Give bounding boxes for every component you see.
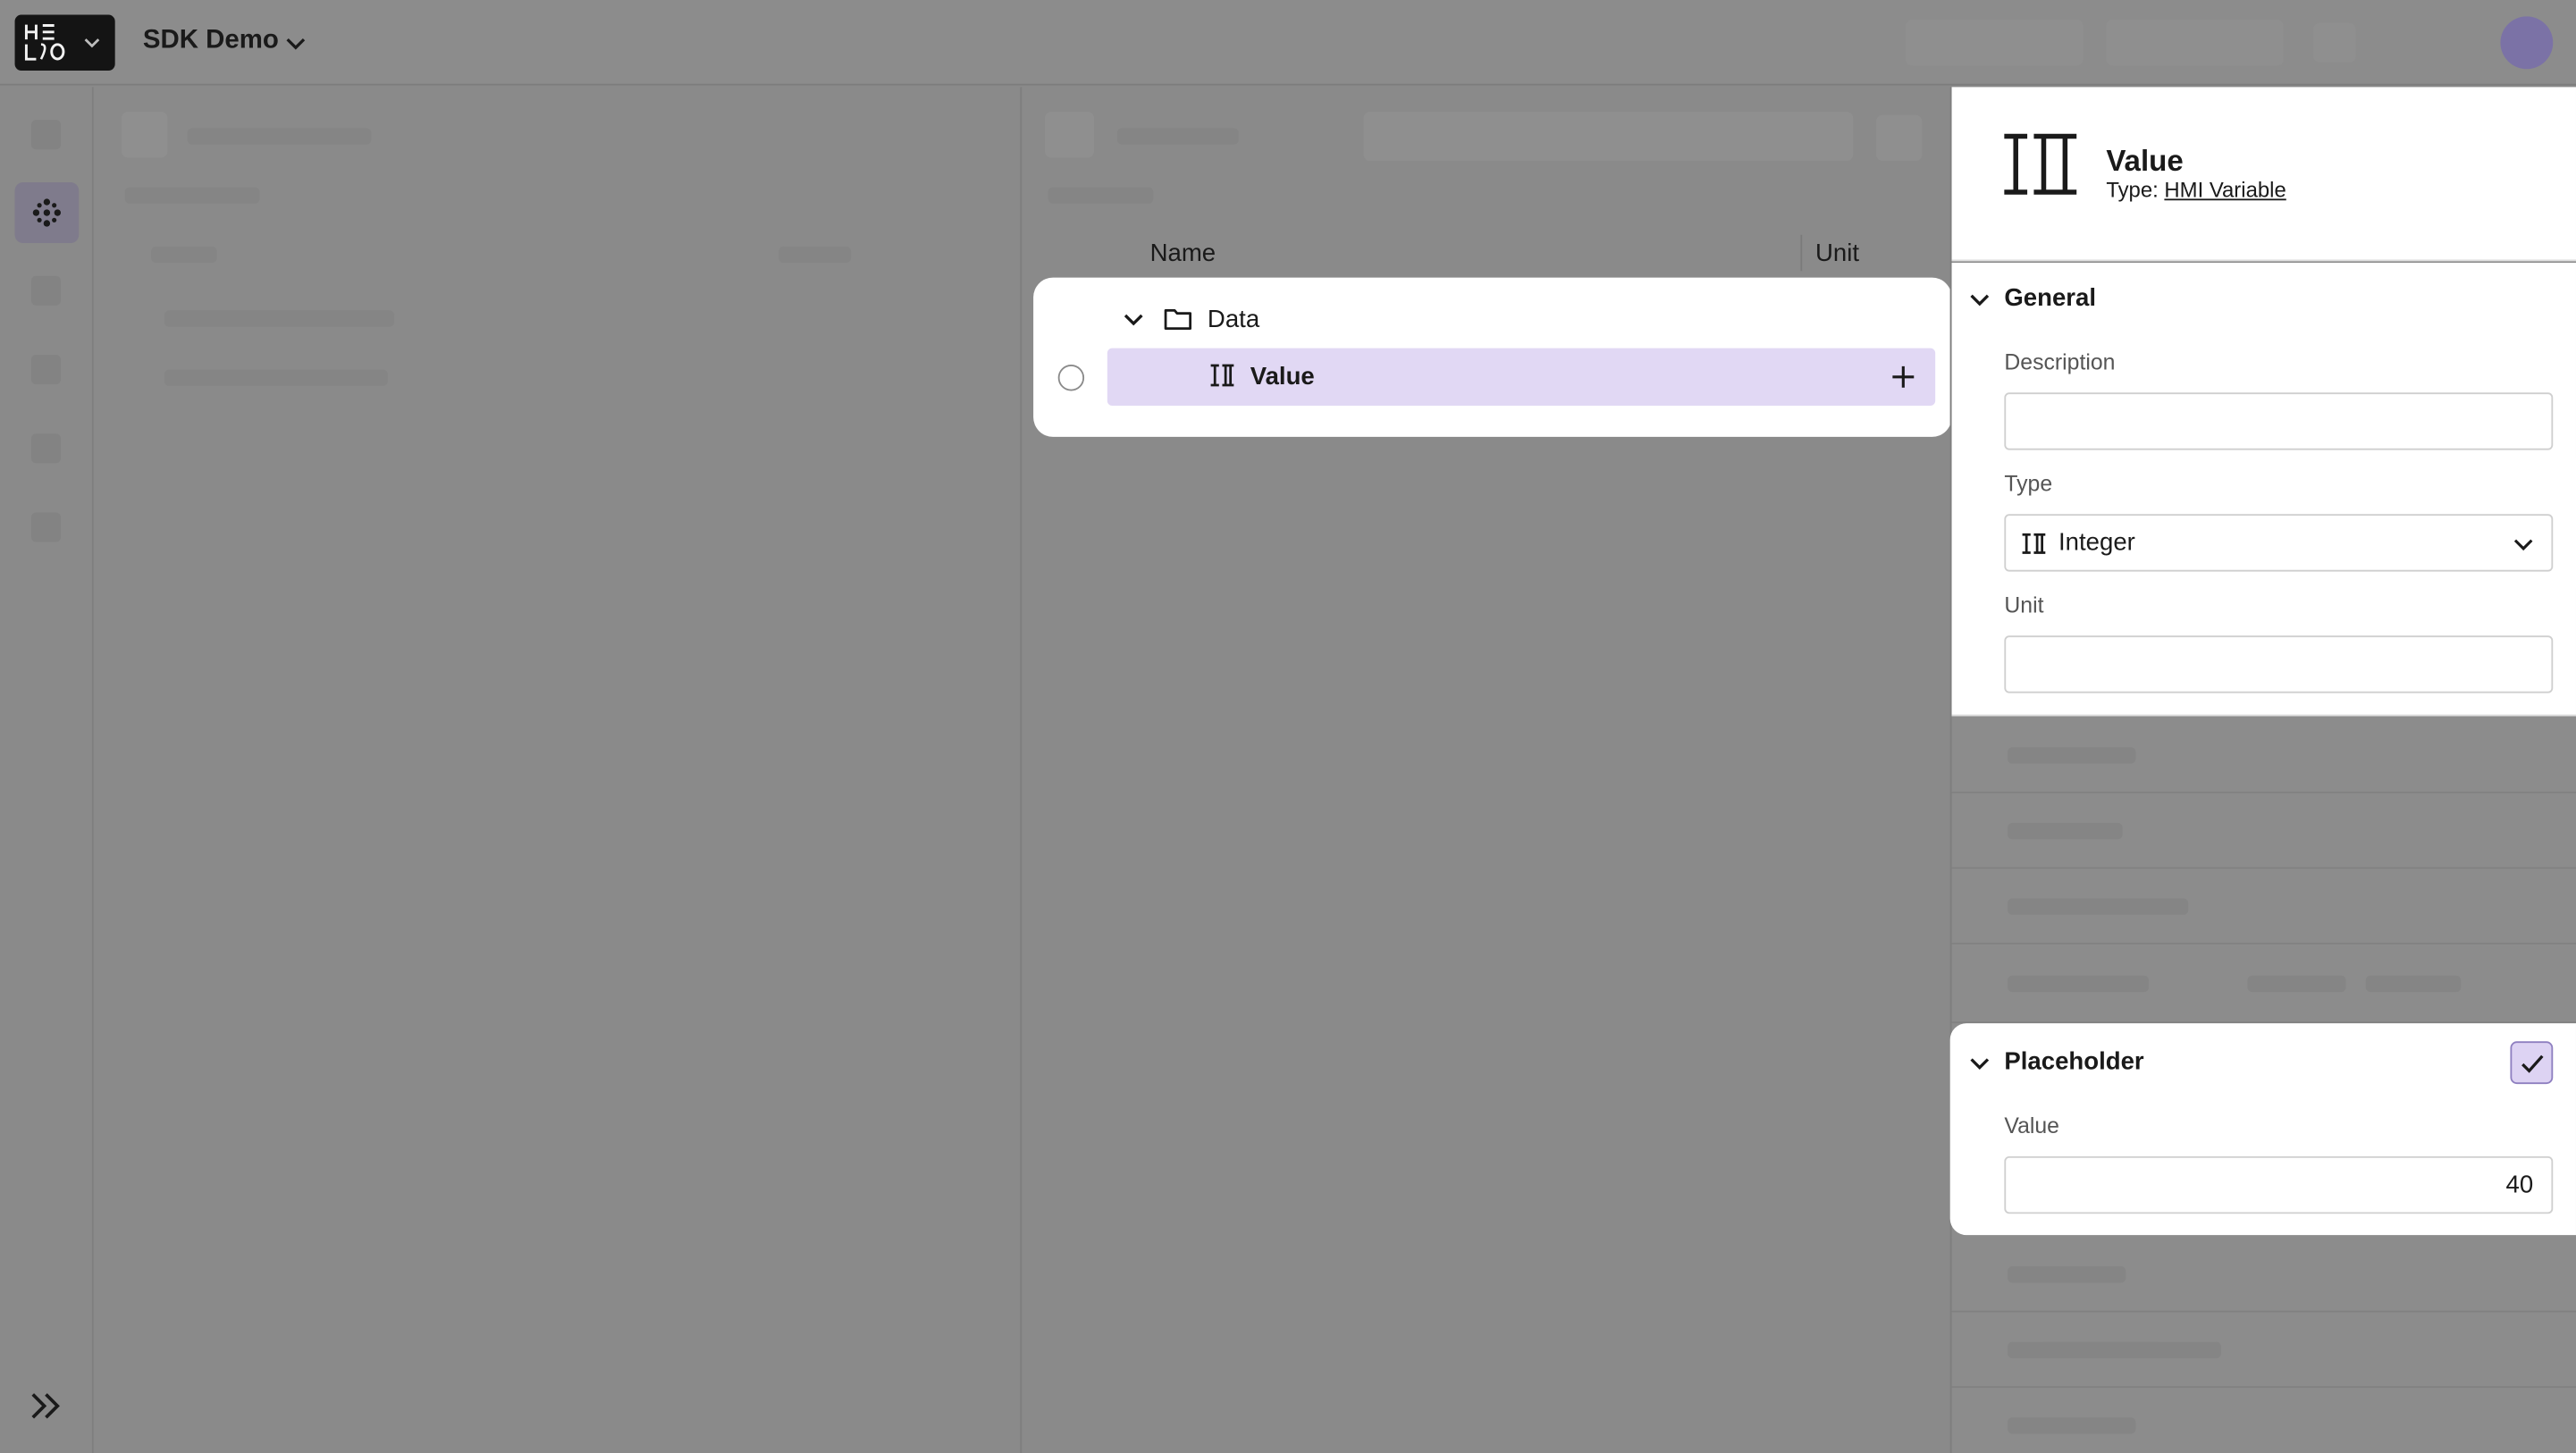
search-input[interactable] [1363,111,1854,162]
rail-icon[interactable] [30,275,62,306]
placeholder-value: 40 [2505,1171,2534,1199]
panel-icon [1044,111,1095,158]
collapsed-section[interactable] [1951,1312,2576,1389]
rail-icon[interactable] [30,512,62,542]
nodes-icon [32,198,62,227]
double-chevron-right-icon[interactable] [28,1388,63,1424]
tree-item-label[interactable]: Value [1250,363,1315,391]
project-title[interactable]: SDK Demo [143,26,279,55]
check-icon [2521,1054,2544,1073]
home-icon[interactable] [30,120,62,150]
tree-folder-label[interactable]: Data [1208,306,1259,333]
top-bar: SDK Demo [0,0,2576,86]
type-label: Type [2004,471,2053,497]
column-header [151,246,217,264]
column-header-unit[interactable]: Unit [1815,239,1859,267]
description-label: Description [2004,349,2116,375]
variable-integer-icon [2021,533,2047,564]
list-item[interactable] [164,310,395,327]
collapsed-section[interactable] [1951,718,2576,794]
panel-title [187,128,372,145]
logo-menu-button[interactable] [14,14,115,71]
chevron-down-icon[interactable] [1121,306,1147,332]
collapsed-section[interactable] [1951,869,2576,945]
type-select[interactable]: Integer [2004,514,2554,572]
rail-item-active[interactable] [14,182,80,244]
chevron-down-icon [2512,533,2535,564]
panel-icon [122,111,168,158]
placeholder-checkbox[interactable] [2510,1041,2554,1085]
collapsed-section[interactable] [1951,1388,2576,1453]
row-select-radio[interactable] [1057,365,1085,391]
type-prefix: Type: [2106,177,2159,203]
inspector-type: Type: HMI Variable [2106,178,2286,203]
unit-field[interactable] [2004,635,2554,693]
unit-label: Unit [2004,592,2044,618]
type-link[interactable]: HMI Variable [2164,178,2286,203]
toolbar-icon[interactable] [2312,22,2356,63]
panel-title [1116,128,1239,145]
column-header [779,246,852,264]
list-item[interactable] [164,369,388,386]
placeholder-value-field[interactable]: 40 [2004,1155,2554,1214]
rail-icon[interactable] [30,355,62,385]
panel-divider [1020,87,1023,1453]
collapsed-section[interactable] [1951,1237,2576,1313]
placeholder-section-title[interactable]: Placeholder [2004,1048,2143,1076]
general-section-title[interactable]: General [2004,284,2096,312]
panel-tab[interactable] [124,187,260,204]
plus-icon[interactable] [1890,363,1917,391]
panel-tab[interactable] [1048,187,1154,204]
collapsed-section[interactable] [1951,793,2576,869]
column-header-name[interactable]: Name [1150,239,1216,267]
chevron-down-icon[interactable] [1968,288,1991,311]
chevron-down-icon[interactable] [1968,1051,1991,1074]
placeholder-value-label: Value [2004,1113,2059,1138]
chevron-down-icon [82,31,102,51]
chevron-down-icon[interactable] [284,31,307,55]
filter-icon[interactable] [1875,114,1923,162]
avatar[interactable] [2500,16,2554,70]
collapsed-section[interactable] [1951,944,2576,1024]
column-separator[interactable] [1800,234,1803,272]
left-panel [93,87,1021,1453]
variable-integer-icon [1209,363,1235,394]
description-field[interactable] [2004,392,2554,450]
inspector-title: Value [2106,144,2184,178]
variable-integer-icon [2001,131,2080,207]
toolbar-button[interactable] [1906,20,2084,66]
type-select-value: Integer [2058,528,2135,558]
rail-icon[interactable] [30,433,62,464]
logo-icon [24,23,68,63]
toolbar-button[interactable] [2106,20,2284,66]
folder-icon [1163,304,1192,333]
